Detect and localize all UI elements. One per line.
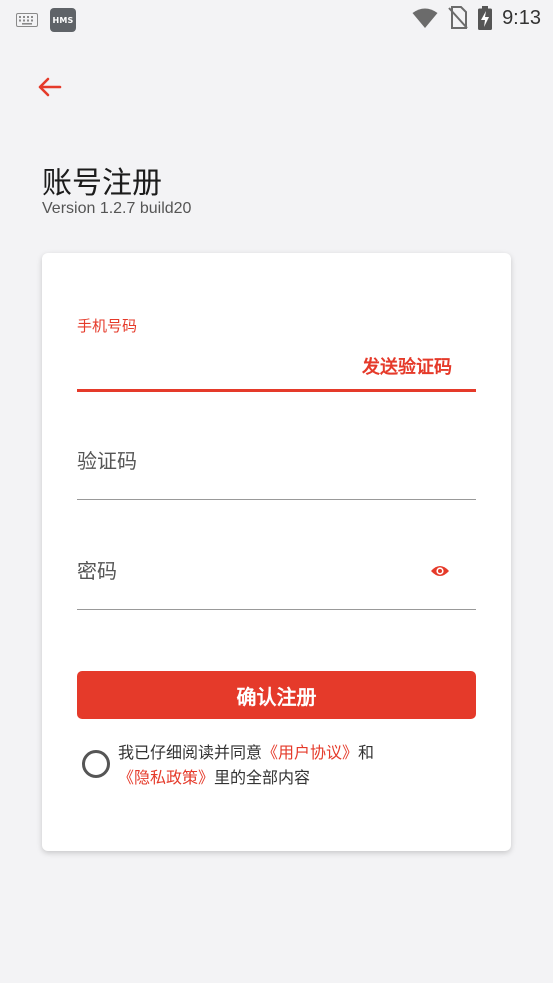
password-field: [77, 543, 476, 610]
register-card: 手机号码 发送验证码 确认注册 我已仔细阅读并同意《用户协议》和《隐私政策》里的…: [42, 253, 511, 851]
agreement-and: 和: [358, 743, 375, 762]
agreement-radio[interactable]: [82, 750, 110, 778]
battery-charging-icon: [478, 6, 493, 30]
arrow-left-icon: [38, 77, 62, 97]
verification-code-field: [77, 433, 476, 500]
status-time: 9:13: [502, 6, 541, 29]
hms-icon: HMS: [50, 8, 76, 32]
send-code-button[interactable]: 发送验证码: [362, 353, 452, 379]
eye-icon[interactable]: [430, 563, 450, 579]
wifi-icon: [412, 8, 438, 28]
page-title: 账号注册: [42, 166, 162, 201]
keyboard-icon: [16, 13, 38, 27]
user-agreement-link[interactable]: 《用户协议》: [262, 743, 358, 762]
agreement-text: 我已仔细阅读并同意《用户协议》和《隐私政策》里的全部内容: [118, 740, 463, 790]
hms-label: HMS: [52, 15, 74, 25]
privacy-policy-link[interactable]: 《隐私政策》: [118, 768, 214, 787]
status-bar: HMS 9:13: [0, 0, 553, 38]
status-bar-right: 9:13: [412, 6, 541, 30]
agreement-suffix: 里的全部内容: [214, 768, 311, 787]
version-text: Version 1.2.7 build20: [42, 200, 192, 217]
status-bar-left: HMS: [16, 8, 76, 32]
no-sim-icon: [448, 6, 468, 29]
phone-label: 手机号码: [77, 317, 138, 335]
verification-code-input[interactable]: [77, 445, 407, 477]
back-button[interactable]: [32, 70, 66, 104]
phone-input[interactable]: [77, 345, 337, 381]
confirm-register-button[interactable]: 确认注册: [77, 671, 476, 719]
agreement-prefix: 我已仔细阅读并同意: [118, 743, 263, 762]
password-input[interactable]: [77, 555, 407, 587]
phone-field: 手机号码 发送验证码: [77, 313, 476, 392]
